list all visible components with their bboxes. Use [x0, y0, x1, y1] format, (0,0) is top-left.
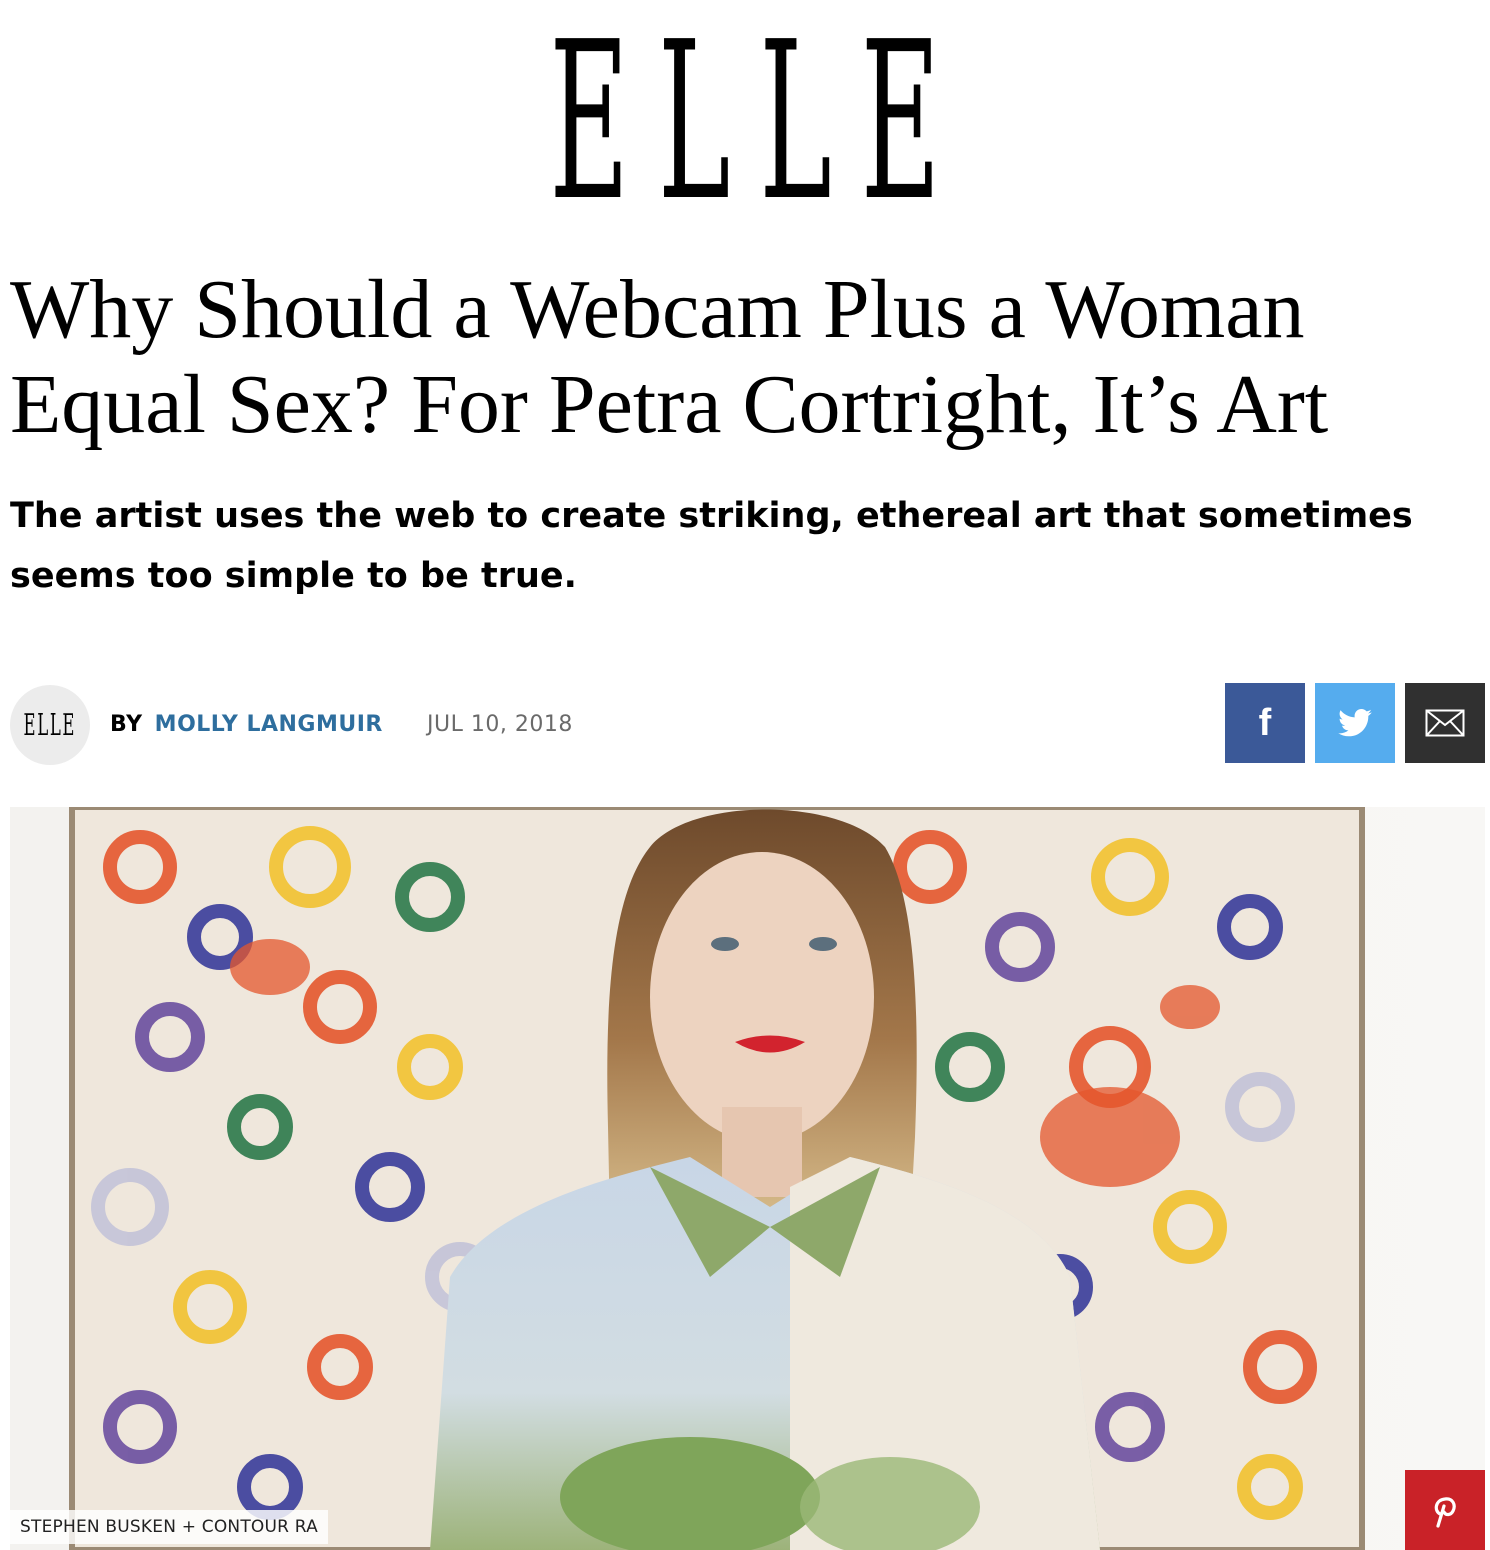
hero-image: STEPHEN BUSKEN + CONTOUR RA: [10, 807, 1485, 1550]
hero-photo: [10, 807, 1485, 1550]
avatar-logo-text: ELLE: [23, 707, 77, 743]
pinterest-icon: [1434, 1497, 1456, 1528]
elle-logo[interactable]: ELLE: [521, 14, 970, 232]
twitter-icon: [1338, 709, 1372, 737]
author-link[interactable]: MOLLY LANGMUIR: [155, 712, 383, 737]
byline-prefix: BY: [110, 712, 143, 737]
share-facebook-button[interactable]: f: [1225, 683, 1305, 763]
share-twitter-button[interactable]: [1315, 683, 1395, 763]
share-email-button[interactable]: [1405, 683, 1485, 763]
pinterest-pin-button[interactable]: [1405, 1470, 1485, 1550]
author-avatar[interactable]: ELLE: [10, 685, 90, 765]
byline: BY MOLLY LANGMUIR JUL 10, 2018: [110, 710, 573, 740]
byline-row: ELLE BY MOLLY LANGMUIR JUL 10, 2018 f: [10, 683, 1485, 765]
publish-date: JUL 10, 2018: [427, 712, 573, 737]
article-dek: The artist uses the web to create striki…: [10, 496, 1413, 596]
email-icon: [1425, 709, 1465, 737]
facebook-icon: f: [1258, 701, 1272, 744]
photo-credit: STEPHEN BUSKEN + CONTOUR RA: [10, 1510, 328, 1544]
article-headline: Why Should a Webcam Plus a Woman Equal S…: [10, 263, 1329, 451]
masthead: ELLE: [0, 14, 1490, 232]
